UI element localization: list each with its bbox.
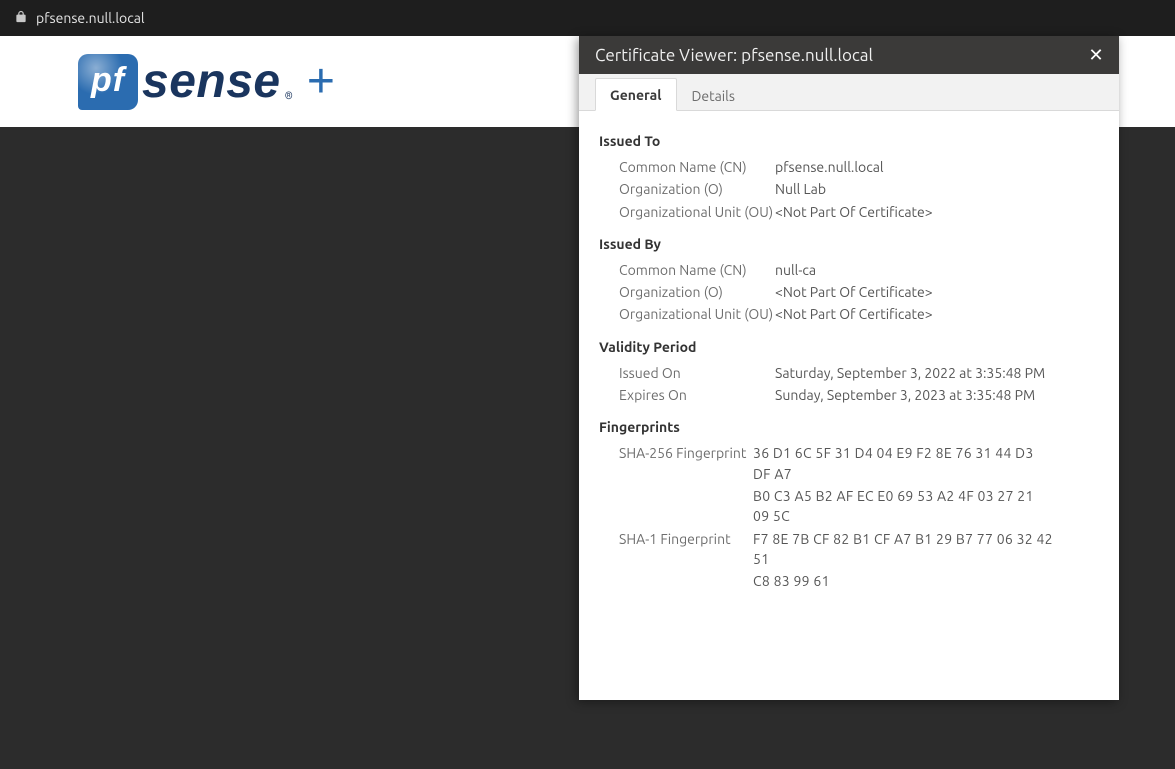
cn-value: null-ca [775, 260, 816, 280]
tab-details[interactable]: Details [677, 79, 750, 111]
dialog-header: Certificate Viewer: pfsense.null.local ✕ [579, 36, 1119, 74]
cn-label: Common Name (CN) [619, 157, 775, 177]
o-value: Null Lab [775, 179, 826, 199]
url-text: pfsense.null.local [36, 10, 145, 26]
logo-registered-mark: ® [285, 90, 293, 101]
sha1-row-1: SHA-1 Fingerprint F7 8E 7B CF 82 B1 CF A… [619, 529, 1099, 570]
issued-to-cn-row: Common Name (CN) pfsense.null.local [619, 157, 1099, 177]
tab-general[interactable]: General [595, 78, 677, 111]
validity-expires-row: Expires On Sunday, September 3, 2023 at … [619, 385, 1099, 405]
sha1-value-2: C8 83 99 61 [753, 571, 830, 591]
browser-url-bar: pfsense.null.local [0, 0, 1175, 36]
spacer [619, 571, 753, 591]
certificate-viewer-dialog: Certificate Viewer: pfsense.null.local ✕… [579, 36, 1119, 700]
section-validity: Validity Period [599, 339, 1099, 355]
ou-value: <Not Part Of Certificate> [775, 304, 933, 324]
issued-to-o-row: Organization (O) Null Lab [619, 179, 1099, 199]
o-label: Organization (O) [619, 282, 775, 302]
issued-by-ou-row: Organizational Unit (OU) <Not Part Of Ce… [619, 304, 1099, 324]
sha256-row-1: SHA-256 Fingerprint 36 D1 6C 5F 31 D4 04… [619, 443, 1099, 484]
ou-value: <Not Part Of Certificate> [775, 202, 933, 222]
cn-value: pfsense.null.local [775, 157, 884, 177]
dialog-body: Issued To Common Name (CN) pfsense.null.… [579, 111, 1119, 613]
pfsense-plus-logo: pf sense ® + [78, 54, 335, 110]
sha256-label: SHA-256 Fingerprint [619, 443, 753, 484]
sha256-row-2: B0 C3 A5 B2 AF EC E0 69 53 A2 4F 03 27 2… [619, 486, 1099, 527]
dialog-title: Certificate Viewer: pfsense.null.local [595, 46, 873, 65]
issued-to-block: Common Name (CN) pfsense.null.local Orga… [619, 157, 1099, 222]
spacer [619, 486, 753, 527]
issued-on-value: Saturday, September 3, 2022 at 3:35:48 P… [775, 363, 1045, 383]
logo-pf-box: pf [78, 54, 138, 110]
expires-on-value: Sunday, September 3, 2023 at 3:35:48 PM [775, 385, 1035, 405]
issued-by-o-row: Organization (O) <Not Part Of Certificat… [619, 282, 1099, 302]
issued-to-ou-row: Organizational Unit (OU) <Not Part Of Ce… [619, 202, 1099, 222]
issued-by-block: Common Name (CN) null-ca Organization (O… [619, 260, 1099, 325]
dialog-title-prefix: Certificate Viewer: [595, 46, 741, 65]
close-icon: ✕ [1088, 45, 1103, 66]
section-issued-by: Issued By [599, 236, 1099, 252]
section-fingerprints: Fingerprints [599, 419, 1099, 435]
validity-block: Issued On Saturday, September 3, 2022 at… [619, 363, 1099, 406]
issued-on-label: Issued On [619, 363, 775, 383]
ou-label: Organizational Unit (OU) [619, 304, 775, 324]
o-value: <Not Part Of Certificate> [775, 282, 933, 302]
section-issued-to: Issued To [599, 133, 1099, 149]
fingerprints-block: SHA-256 Fingerprint 36 D1 6C 5F 31 D4 04… [619, 443, 1099, 591]
close-button[interactable]: ✕ [1085, 44, 1107, 66]
validity-issued-row: Issued On Saturday, September 3, 2022 at… [619, 363, 1099, 383]
sha1-label: SHA-1 Fingerprint [619, 529, 753, 570]
sha1-row-2: C8 83 99 61 [619, 571, 1099, 591]
cn-label: Common Name (CN) [619, 260, 775, 280]
issued-by-cn-row: Common Name (CN) null-ca [619, 260, 1099, 280]
dialog-title-host: pfsense.null.local [741, 46, 873, 65]
logo-plus-icon: + [307, 58, 335, 106]
expires-on-label: Expires On [619, 385, 775, 405]
sha256-value-2: B0 C3 A5 B2 AF EC E0 69 53 A2 4F 03 27 2… [753, 486, 1053, 527]
sha1-value-1: F7 8E 7B CF 82 B1 CF A7 B1 29 B7 77 06 3… [753, 529, 1053, 570]
o-label: Organization (O) [619, 179, 775, 199]
logo-pf-text: pf [91, 61, 125, 100]
dialog-tabs: General Details [579, 74, 1119, 111]
lock-icon [10, 10, 32, 26]
ou-label: Organizational Unit (OU) [619, 202, 775, 222]
sha256-value-1: 36 D1 6C 5F 31 D4 04 E9 F2 8E 76 31 44 D… [753, 443, 1053, 484]
logo-sense-text: sense [142, 54, 281, 109]
